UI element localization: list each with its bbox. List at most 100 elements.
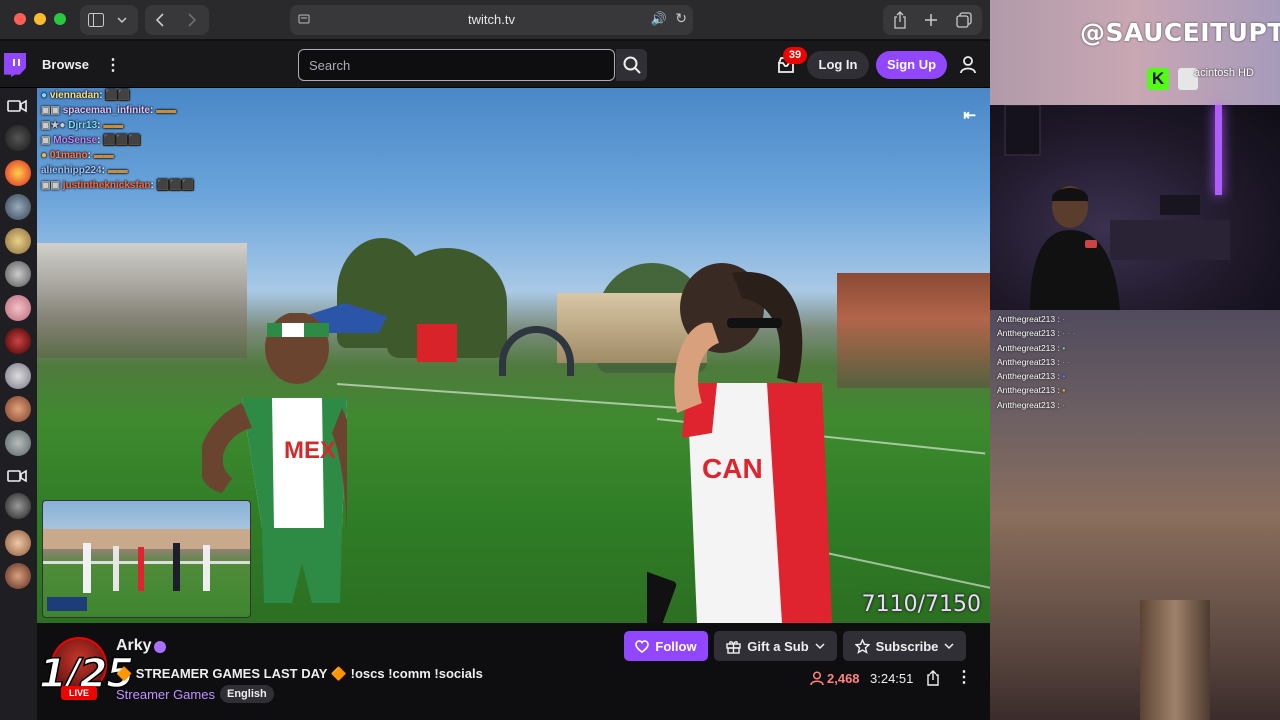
window-actions-group (883, 5, 982, 35)
subscribe-label: Subscribe (875, 638, 939, 654)
inflatable (417, 324, 457, 362)
wall-poster (1004, 105, 1041, 156)
chat-line: ▣▣ spaceman_infinite: ▬▬ (41, 105, 177, 116)
chat-line: ● viennadan: ⬛⬛ (41, 90, 131, 101)
stream-title: 🔶 STREAMER GAMES LAST DAY 🔶 !oscs !comm … (116, 666, 483, 681)
chat-line: Antthegreat213 : ▪ (997, 342, 1066, 353)
login-button[interactable]: Log In (807, 51, 869, 79)
chat-line: Antthegreat213 : · (997, 314, 1066, 324)
speaker-icon[interactable]: 🔊 (651, 11, 667, 27)
sidebar-toggle-group[interactable] (80, 5, 138, 35)
stream-chat-overlay: ● viennadan: ⬛⬛ ▣▣ spaceman_infinite: ▬▬… (41, 88, 261, 193)
zoom-window-button[interactable] (54, 13, 66, 25)
subscribe-button[interactable]: Subscribe (843, 631, 966, 661)
channel-avatar[interactable] (5, 295, 31, 321)
chat-line: ▣★● Djrr13: ▬▬ (41, 120, 124, 131)
channel-avatar[interactable] (5, 493, 31, 519)
search-button[interactable] (616, 49, 647, 81)
chat-line: Antthegreat213 : ▪ (997, 385, 1066, 396)
browser-window: twitch.tv 🔊 ↻ Browse ⋮ Search 39 Log In … (0, 0, 990, 720)
twitch-top-nav: Browse ⋮ Search 39 Log In Sign Up (0, 41, 990, 88)
goal-counter: 7110/7150 (861, 592, 981, 617)
chat-line: alienhipp224: ▬▬ (41, 165, 128, 176)
gift-icon (726, 640, 741, 654)
picture-in-picture-feed[interactable] (42, 500, 251, 618)
chat-username: Djrr13 (68, 120, 98, 131)
chat-username: MoSense (53, 135, 98, 146)
city-background: Antthegreat213 : · Antthegreat213 : · · … (990, 310, 1280, 720)
channel-avatar[interactable] (5, 228, 31, 254)
channel-avatar[interactable] (5, 363, 31, 389)
channel-avatar[interactable] (5, 160, 31, 186)
video-player[interactable]: MEX CAN ● viennadan: ⬛⬛ ▣▣ spaceman_infi… (37, 88, 990, 623)
channel-avatar[interactable] (5, 328, 31, 354)
search-input[interactable]: Search (298, 49, 615, 81)
new-tab-icon[interactable] (924, 13, 938, 27)
chat-line: ▣ MoSense: ⬛⬛⬛ (41, 135, 141, 146)
channel-avatar[interactable] (5, 396, 31, 422)
chat-line: Antthegreat213 : · · · (997, 328, 1076, 339)
chevron-down-icon (815, 643, 825, 650)
minimize-window-button[interactable] (34, 13, 46, 25)
chat-username: viennadan (49, 90, 100, 101)
channel-info-bar: 1/25 LIVE Arky 🔶 STREAMER GAMES LAST DAY… (37, 623, 990, 720)
channel-avatar[interactable] (5, 430, 31, 456)
user-icon[interactable] (958, 55, 978, 75)
twitch-logo-icon[interactable] (4, 53, 26, 77)
url-text[interactable]: twitch.tv (290, 12, 693, 27)
chat-line: ● 01mano: ▬▬ (41, 150, 114, 161)
drive-label: acintosh HD (1194, 67, 1254, 79)
history-nav-group (145, 5, 209, 35)
tower (1140, 600, 1210, 720)
channel-avatar[interactable] (5, 125, 31, 151)
signup-button[interactable]: Sign Up (876, 51, 947, 79)
star-icon (854, 638, 870, 654)
share-icon[interactable] (893, 11, 907, 29)
chat-line: ▣▣ justintheknicksfan: ⬛⬛⬛ (41, 180, 194, 191)
chat-username: spaceman_infinite (62, 105, 150, 116)
stream-uptime: 3:24:51 (870, 671, 914, 686)
viewer-count: 2,468 (827, 671, 860, 686)
back-icon[interactable] (155, 13, 165, 27)
brick-building (837, 273, 990, 388)
chat-username: 01mano (49, 150, 88, 161)
close-window-button[interactable] (14, 13, 26, 25)
channel-avatar[interactable] (5, 194, 31, 220)
channel-avatar[interactable] (5, 563, 31, 589)
forward-icon[interactable] (187, 13, 197, 27)
chat-username: justintheknicksfan (62, 180, 151, 191)
language-tag[interactable]: English (220, 685, 274, 703)
kick-logo-icon: K (1147, 68, 1169, 90)
collapse-chat-icon[interactable]: ⇤ (963, 106, 976, 124)
svg-text:CAN: CAN (702, 453, 763, 484)
overlay-chat: Antthegreat213 : · Antthegreat213 : · · … (997, 312, 1075, 412)
share-icon[interactable] (926, 670, 940, 686)
follow-label: Follow (655, 638, 697, 654)
more-options-icon[interactable]: ⋮ (956, 667, 972, 687)
stream-category[interactable]: Streamer Games (116, 687, 215, 702)
svg-text:MEX: MEX (284, 437, 336, 464)
channel-avatar[interactable] (5, 530, 31, 556)
video-camera-icon (7, 99, 27, 113)
player-can: CAN (647, 263, 832, 623)
sidebar-icon[interactable] (88, 13, 104, 27)
chat-line: Antthegreat213 : · · (997, 356, 1071, 367)
inbox-badge: 39 (783, 47, 807, 64)
led-light (1215, 105, 1222, 195)
safari-toolbar: twitch.tv 🔊 ↻ (0, 0, 990, 40)
follow-button[interactable]: Follow (624, 631, 708, 661)
heart-icon (635, 639, 650, 653)
more-options-icon[interactable]: ⋮ (105, 55, 121, 75)
live-badge: LIVE (61, 686, 97, 700)
channel-avatar[interactable] (5, 261, 31, 287)
address-bar[interactable]: twitch.tv 🔊 ↻ (290, 5, 693, 35)
gift-sub-button[interactable]: Gift a Sub (714, 631, 837, 661)
chevron-down-icon (944, 643, 954, 650)
webcam-feed (990, 105, 1280, 310)
channel-name[interactable]: Arky (116, 637, 152, 655)
chevron-down-icon[interactable] (117, 16, 127, 24)
tab-overview-icon[interactable] (956, 12, 972, 28)
reload-icon[interactable]: ↻ (675, 10, 687, 27)
browse-link[interactable]: Browse (42, 57, 89, 72)
chat-line: Antthegreat213 : ▪ (997, 371, 1066, 382)
